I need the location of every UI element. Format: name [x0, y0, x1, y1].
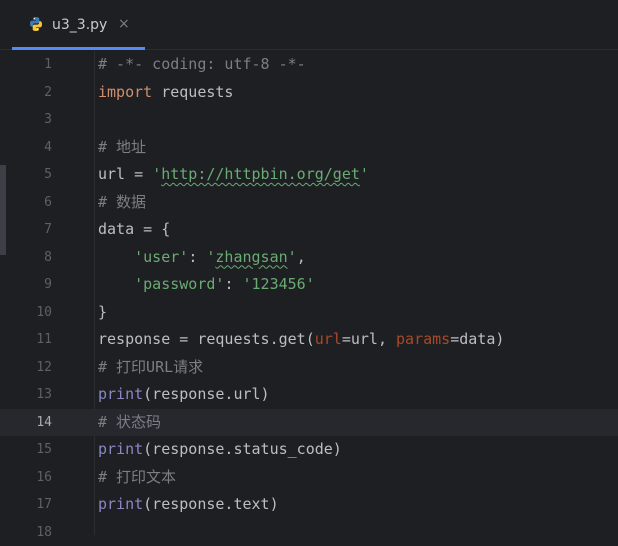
- code-token: 'user': [134, 248, 188, 266]
- code-text: # 地址: [98, 134, 146, 162]
- code-line[interactable]: 14 # 状态码: [0, 409, 618, 437]
- code-text: 'user': 'zhangsan',: [98, 244, 306, 272]
- line-number: 1: [0, 51, 52, 79]
- code-line[interactable]: 11 response = requests.get(url=url, param…: [0, 326, 618, 354]
- code-line[interactable]: 17 print(response.text): [0, 491, 618, 519]
- code-token: ': [288, 248, 297, 266]
- code-token: ': [360, 165, 369, 183]
- code-text: # 打印URL请求: [98, 354, 203, 382]
- line-number: 17: [0, 491, 52, 519]
- code-text: # 状态码: [98, 409, 161, 437]
- code-token: (response.status_code): [143, 440, 342, 458]
- code-token: response = requests.get(: [98, 330, 315, 348]
- tab-u3-3-py[interactable]: u3_3.py ×: [12, 0, 145, 50]
- code-line[interactable]: 10}: [0, 299, 618, 327]
- code-line[interactable]: 2 import requests: [0, 79, 618, 107]
- code-line[interactable]: 9 'password': '123456': [0, 271, 618, 299]
- line-number: 16: [0, 464, 52, 492]
- code-text: # 打印文本: [98, 464, 176, 492]
- code-token: =url,: [342, 330, 396, 348]
- code-text: 'password': '123456': [98, 271, 315, 299]
- code-token: [98, 275, 134, 293]
- line-number: 6: [0, 189, 52, 217]
- code-line[interactable]: 7 data = {: [0, 216, 618, 244]
- line-number: 2: [0, 79, 52, 107]
- editor-tab-bar: u3_3.py ×: [0, 0, 618, 50]
- code-line[interactable]: 6 # 数据: [0, 189, 618, 217]
- line-number: 8: [0, 244, 52, 272]
- code-line[interactable]: 4 # 地址: [0, 134, 618, 162]
- tab-filename: u3_3.py: [52, 16, 107, 34]
- code-token: (response.text): [143, 495, 278, 513]
- code-line[interactable]: 3: [0, 106, 618, 134]
- code-token: url =: [98, 165, 152, 183]
- code-token: =data): [450, 330, 504, 348]
- code-line[interactable]: 16 # 打印文本: [0, 464, 618, 492]
- code-token: # 打印文本: [98, 468, 176, 486]
- code-line[interactable]: 1 # -*- coding: utf-8 -*-: [0, 51, 618, 79]
- code-text: print(response.url): [98, 381, 270, 409]
- close-icon[interactable]: ×: [118, 15, 130, 33]
- code-token: requests: [152, 83, 233, 101]
- code-editor[interactable]: 1 # -*- coding: utf-8 -*- 2 import requests…: [0, 51, 618, 535]
- code-token: params: [396, 330, 450, 348]
- code-text: response = requests.get(url=url, params=…: [98, 326, 504, 354]
- code-token: http://httpbin.org/get: [161, 165, 360, 183]
- code-token: '123456': [243, 275, 315, 293]
- code-token: print: [98, 495, 143, 513]
- line-number: 5: [0, 161, 52, 189]
- code-token: ': [152, 165, 161, 183]
- code-token: }: [98, 303, 107, 321]
- code-token: # 状态码: [98, 413, 161, 431]
- code-token: :: [224, 275, 242, 293]
- code-text: print(response.text): [98, 491, 279, 519]
- code-token: [98, 248, 134, 266]
- line-number: 14: [0, 409, 52, 437]
- code-line[interactable]: 5 url = 'http://httpbin.org/get': [0, 161, 618, 189]
- code-token: print: [98, 385, 143, 403]
- python-file-icon: [28, 16, 44, 32]
- line-number: 18: [0, 519, 52, 546]
- line-number: 4: [0, 134, 52, 162]
- line-number: 13: [0, 381, 52, 409]
- scrollbar-thumb[interactable]: [0, 165, 6, 255]
- code-token: ,: [297, 248, 306, 266]
- code-token: :: [188, 248, 206, 266]
- code-token: print: [98, 440, 143, 458]
- code-line[interactable]: 13 print(response.url): [0, 381, 618, 409]
- code-token: 'password': [134, 275, 224, 293]
- code-token: import: [98, 83, 152, 101]
- line-number: 11: [0, 326, 52, 354]
- line-number: 7: [0, 216, 52, 244]
- code-token: # 地址: [98, 138, 146, 156]
- code-text: url = 'http://httpbin.org/get': [98, 161, 369, 189]
- code-token: (response.url): [143, 385, 269, 403]
- code-text: print(response.status_code): [98, 436, 342, 464]
- code-text: import requests: [98, 79, 233, 107]
- code-text: # 数据: [98, 189, 146, 217]
- code-line[interactable]: 8 'user': 'zhangsan',: [0, 244, 618, 272]
- line-number: 3: [0, 106, 52, 134]
- code-line[interactable]: 18: [0, 519, 618, 546]
- code-token: # -*- coding: utf-8 -*-: [98, 55, 306, 73]
- code-line[interactable]: 12 # 打印URL请求: [0, 354, 618, 382]
- line-number: 10: [0, 299, 52, 327]
- code-text: data = {: [98, 216, 170, 244]
- code-text: # -*- coding: utf-8 -*-: [98, 51, 306, 79]
- line-number: 12: [0, 354, 52, 382]
- code-line[interactable]: 15 print(response.status_code): [0, 436, 618, 464]
- line-number: 9: [0, 271, 52, 299]
- code-token: # 数据: [98, 193, 146, 211]
- code-token: data = {: [98, 220, 170, 238]
- code-token: url: [315, 330, 342, 348]
- active-tab-indicator: [12, 47, 145, 50]
- code-token: zhangsan: [215, 248, 287, 266]
- code-token: # 打印URL请求: [98, 358, 203, 376]
- code-text: }: [98, 299, 107, 327]
- line-number: 15: [0, 436, 52, 464]
